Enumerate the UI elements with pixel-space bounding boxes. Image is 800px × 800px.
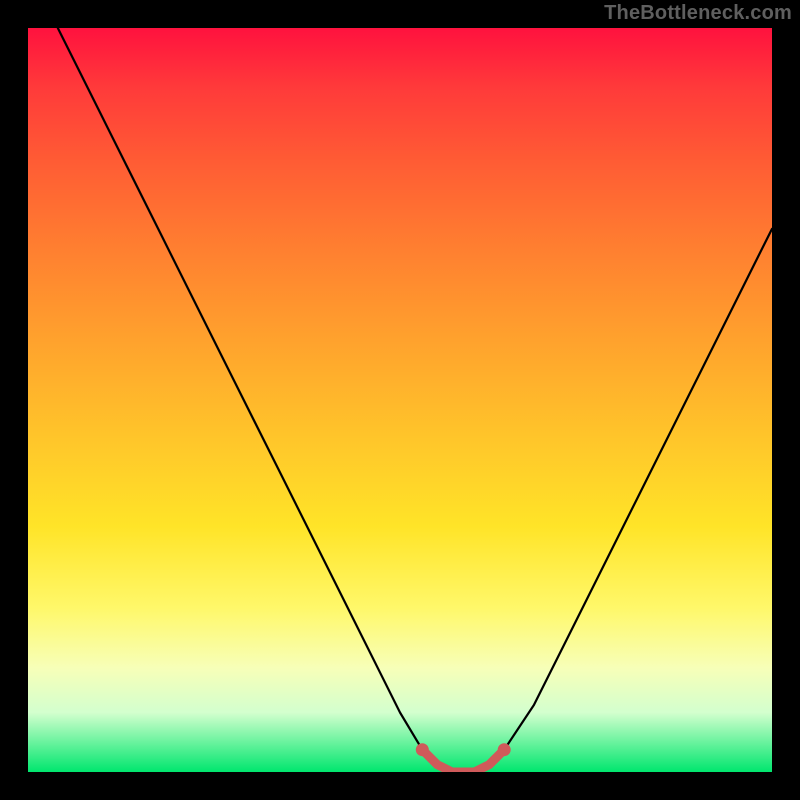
curve-layer bbox=[28, 28, 772, 772]
bottleneck-curve-path bbox=[58, 28, 772, 772]
optimal-band-path bbox=[422, 750, 504, 772]
plot-area bbox=[28, 28, 772, 772]
optimal-band-cap-left bbox=[416, 743, 429, 756]
chart-frame: TheBottleneck.com bbox=[0, 0, 800, 800]
optimal-band-cap-right bbox=[498, 743, 511, 756]
watermark-text: TheBottleneck.com bbox=[604, 2, 792, 25]
